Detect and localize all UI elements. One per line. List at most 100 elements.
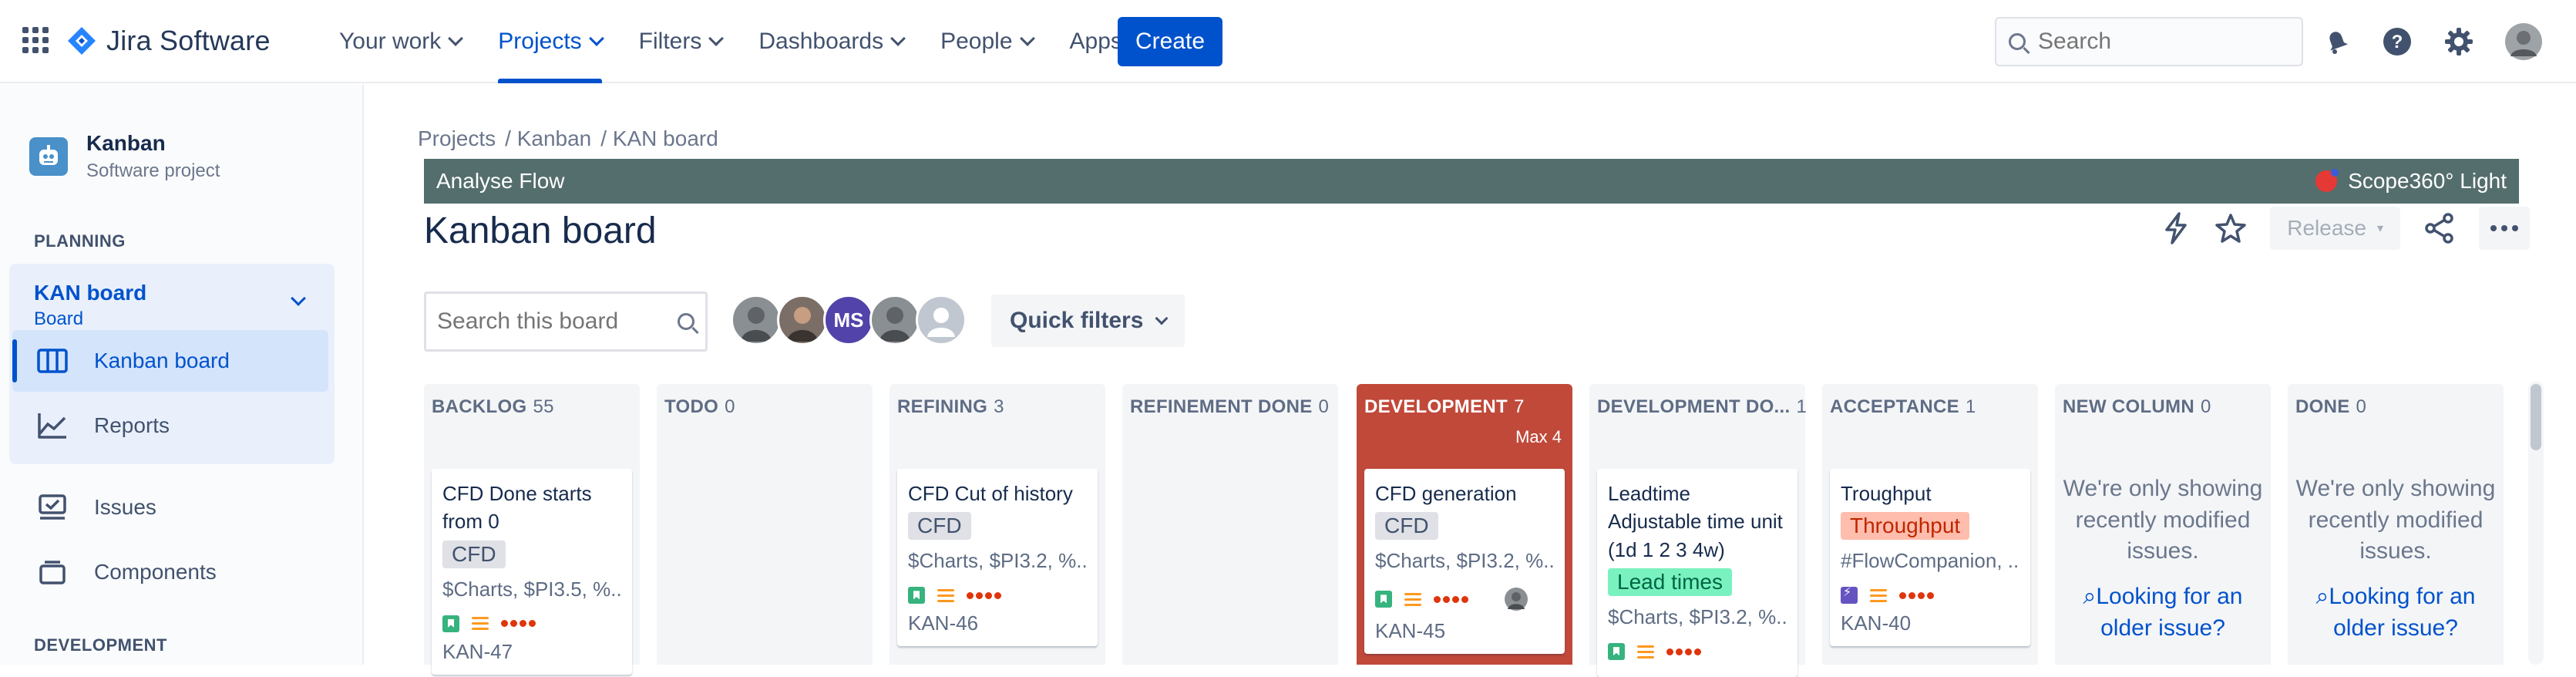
card-labels: $Charts, $PI3.2, %...	[1375, 549, 1554, 573]
app-switcher-icon[interactable]	[22, 26, 49, 54]
column-count: 0	[725, 396, 735, 417]
nav-your-work[interactable]: Your work	[324, 0, 476, 83]
automation-lightning-icon[interactable]	[2161, 211, 2191, 245]
sidebar-item-label: Kanban board	[94, 349, 230, 372]
jira-logo[interactable]: Jira Software	[66, 22, 271, 60]
card-meta	[442, 615, 621, 632]
card-meta	[1608, 643, 1787, 661]
notifications-icon[interactable]	[2319, 23, 2356, 60]
older-issue-link[interactable]: ⌕Looking for an older issue?	[2063, 581, 2263, 644]
search-icon	[2009, 33, 2026, 50]
settings-gear-icon[interactable]	[2440, 23, 2477, 60]
breadcrumb-kan-board[interactable]: / KAN board	[600, 126, 718, 151]
estimate-dots-icon	[967, 591, 1001, 599]
scrollbar-thumb[interactable]	[2531, 384, 2541, 450]
issue-card[interactable]: CFD Done starts from 0 CFD $Charts, $PI3…	[432, 469, 632, 675]
column-name: DEVELOPMENT	[1364, 396, 1508, 417]
nav-projects[interactable]: Projects	[483, 0, 617, 83]
sidebar-item-kanban-board[interactable]: Kanban board	[12, 330, 328, 392]
column-name: DONE	[2295, 396, 2350, 417]
breadcrumb: Projects / Kanban / KAN board	[418, 126, 718, 151]
star-icon[interactable]	[2214, 212, 2247, 244]
board-name[interactable]: KAN board	[34, 281, 146, 305]
issue-card[interactable]: Leadtime Adjustable time unit (1d 1 2 3 …	[1597, 469, 1797, 677]
epic-chip: Throughput	[1841, 512, 1970, 541]
scope360-link[interactable]: Scope360° Light	[2315, 169, 2507, 194]
issue-key: KAN-46	[908, 611, 979, 635]
assignee-avatar[interactable]	[1504, 587, 1528, 611]
priority-medium-icon	[1637, 645, 1654, 658]
estimate-dots-icon	[1666, 648, 1701, 655]
sidebar-item-label: Reports	[94, 413, 170, 437]
quick-filters-button[interactable]: Quick filters	[991, 295, 1185, 347]
board-column-done: DONE 0 We're only showing recently modifi…	[2288, 384, 2504, 665]
page-title: Kanban board	[424, 211, 657, 251]
analyse-flow-link[interactable]: Analyse Flow	[436, 169, 565, 194]
release-button[interactable]: Release ▾	[2270, 207, 2400, 250]
card-meta	[1841, 584, 2019, 605]
board-scrollbar[interactable]	[2528, 381, 2544, 665]
estimate-dots-icon	[501, 620, 536, 628]
release-label: Release	[2287, 216, 2366, 240]
avatar[interactable]	[869, 295, 920, 345]
primary-nav: Your work Projects Filters Dashboards Pe…	[324, 0, 1158, 83]
board-column-acceptance: ACCEPTANCE 1 Troughput Throughput #FlowCo…	[1822, 384, 2038, 665]
estimate-dots-icon	[1434, 595, 1468, 603]
older-issue-link[interactable]: ⌕Looking for an older issue?	[2295, 581, 2496, 644]
nav-people[interactable]: People	[925, 0, 1048, 83]
issue-card[interactable]: Troughput Throughput #FlowCompanion, ...…	[1830, 469, 2030, 647]
epic-chip: Lead times	[1608, 568, 1732, 597]
global-search[interactable]	[1995, 17, 2303, 66]
avatar[interactable]	[731, 295, 782, 345]
avatar[interactable]	[916, 295, 967, 345]
chevron-down-icon	[890, 31, 906, 46]
column-header: DEVELOPMENT DO... 1	[1597, 396, 1807, 418]
nav-filters[interactable]: Filters	[624, 0, 738, 83]
card-labels: $Charts, $PI3.5, %...	[442, 577, 621, 601]
column-header: REFINING 3	[897, 396, 1004, 418]
board-search-input[interactable]	[437, 308, 653, 335]
project-header[interactable]: Kanban Software project	[29, 131, 220, 182]
board-column-backlog: BACKLOG 55 CFD Done starts from 0 CFD $Ch…	[424, 384, 640, 675]
board-search[interactable]	[424, 291, 708, 352]
chevron-down-icon[interactable]	[291, 291, 306, 306]
share-icon[interactable]	[2423, 212, 2456, 244]
issue-key: KAN-40	[1841, 611, 1912, 635]
more-actions-icon[interactable]	[2479, 207, 2530, 250]
create-button[interactable]: Create	[1118, 17, 1222, 66]
card-title: CFD generation	[1375, 482, 1517, 505]
project-sidebar: Kanban Software project PLANNING KAN boa…	[0, 85, 364, 665]
nav-dashboards[interactable]: Dashboards	[743, 0, 919, 83]
story-type-icon	[908, 587, 925, 605]
scope360-label: Scope360° Light	[2348, 169, 2507, 193]
sidebar-item-issues[interactable]: Issues	[12, 477, 328, 538]
column-header: BACKLOG 55	[432, 396, 554, 418]
chevron-down-icon	[1019, 31, 1035, 46]
column-header: REFINEMENT DONE 0	[1130, 396, 1329, 418]
column-header: NEW COLUMN 0	[2063, 396, 2211, 418]
search-icon: ⌕	[2083, 584, 2097, 609]
board-toolbar: Release ▾	[2161, 207, 2530, 250]
avatar[interactable]	[777, 295, 828, 345]
sidebar-item-reports[interactable]: Reports	[12, 395, 328, 456]
issue-card[interactable]: CFD Cut of history CFD $Charts, $PI3.2, …	[897, 469, 1098, 647]
jira-diamond-icon	[68, 27, 96, 55]
sidebar-item-components[interactable]: Components	[12, 541, 328, 603]
sidebar-item-label: Issues	[94, 495, 156, 519]
search-icon: ⌕	[2315, 584, 2329, 609]
column-count: 55	[533, 396, 554, 417]
profile-avatar[interactable]	[2504, 22, 2544, 62]
breadcrumb-projects[interactable]: Projects	[418, 126, 496, 151]
help-icon[interactable]: ?	[2379, 23, 2416, 60]
breadcrumb-kanban[interactable]: / Kanban	[505, 126, 591, 151]
nav-label: People	[940, 29, 1013, 54]
search-input[interactable]	[2038, 29, 2269, 55]
priority-medium-icon	[937, 588, 954, 602]
card-labels: #FlowCompanion, ...	[1841, 549, 2019, 573]
chevron-down-icon	[708, 31, 725, 46]
issue-card[interactable]: CFD generation CFD $Charts, $PI3.2, %...…	[1364, 469, 1565, 655]
older-issue-text: Looking for an older issue?	[2329, 584, 2476, 641]
column-name: TODO	[664, 396, 719, 417]
column-header: ACCEPTANCE 1	[1830, 396, 1976, 418]
avatar[interactable]: MS	[823, 295, 874, 345]
